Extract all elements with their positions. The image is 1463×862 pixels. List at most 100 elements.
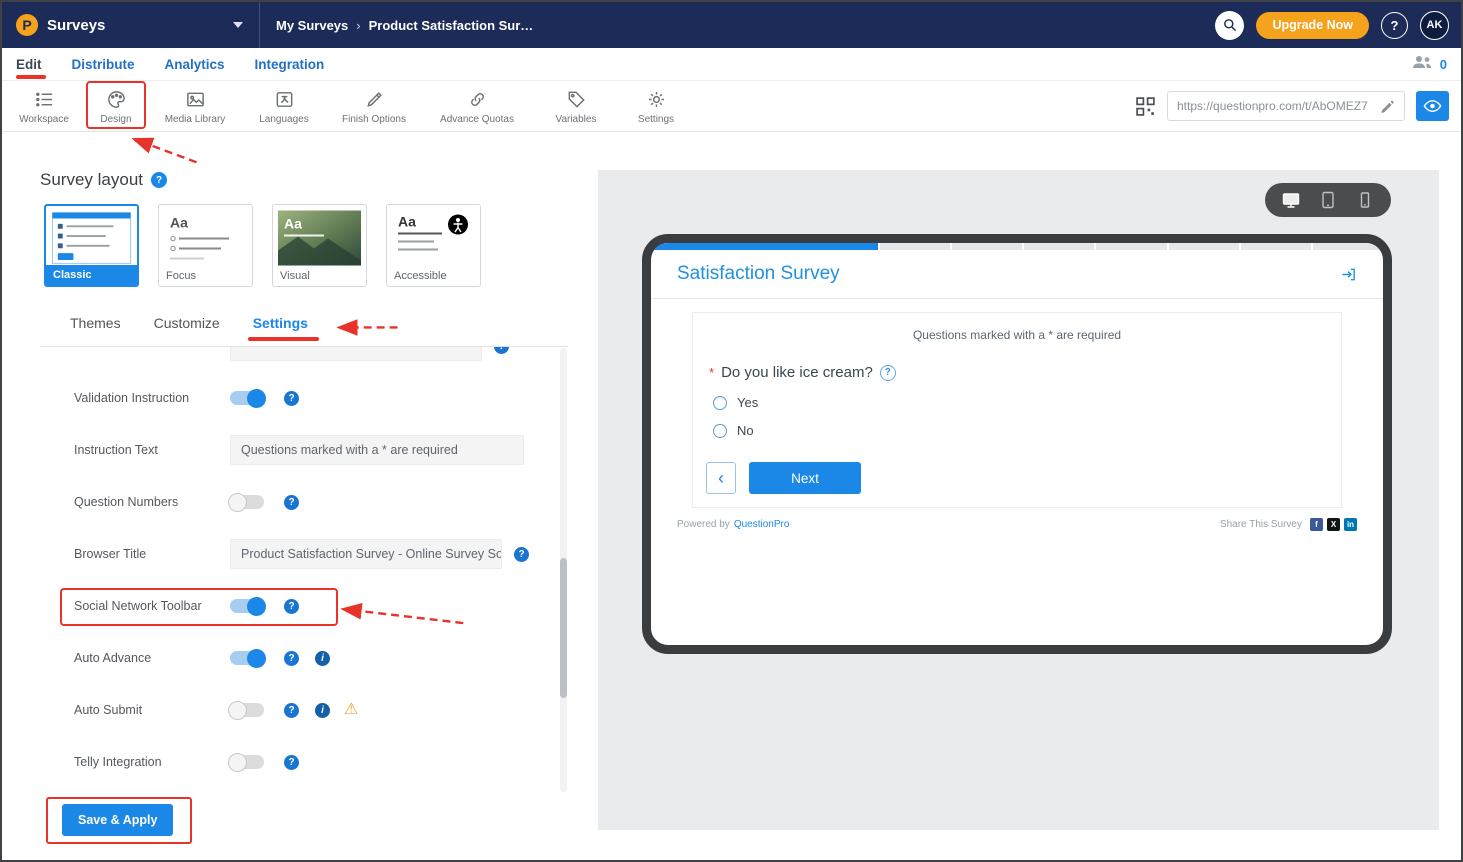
help-icon[interactable]: ? <box>151 172 167 188</box>
toolbar-item-label: Finish Options <box>342 114 406 125</box>
survey-layout-title: Survey layout <box>40 170 143 190</box>
help-icon[interactable]: ? <box>284 599 299 614</box>
avatar[interactable]: AK <box>1420 11 1449 40</box>
progress-segment <box>880 243 950 250</box>
preview-button[interactable] <box>1416 91 1449 121</box>
mobile-device-button[interactable] <box>1354 189 1376 211</box>
design-tab-customize[interactable]: Customize <box>154 315 220 331</box>
media-library-icon <box>185 89 206 110</box>
next-button[interactable]: Next <box>749 462 861 494</box>
linkedin-icon[interactable]: in <box>1344 518 1357 531</box>
back-button[interactable]: ‹ <box>706 462 736 494</box>
nav-tab-distribute[interactable]: Distribute <box>72 57 135 72</box>
clipped-input[interactable] <box>230 347 482 361</box>
toggle-validation-instruction[interactable] <box>230 391 264 405</box>
layout-card-visual[interactable]: AaVisual <box>272 204 367 287</box>
design-tab-settings[interactable]: Settings <box>253 315 308 331</box>
toolbar-item-workspace[interactable]: Workspace <box>10 87 78 125</box>
help-icon[interactable]: ? <box>284 755 299 770</box>
top-navbar: P Surveys My Surveys › Product Satisfact… <box>2 2 1461 48</box>
help-icon[interactable]: ? <box>284 495 299 510</box>
survey-url-box[interactable]: https://questionpro.com/t/AbOMEZ7 <box>1167 91 1405 121</box>
nav-tab-integration[interactable]: Integration <box>255 57 325 72</box>
option-label: Yes <box>737 395 758 410</box>
progress-segment <box>1313 243 1383 250</box>
toolbar-item-design[interactable]: Design <box>88 87 144 125</box>
toggle-auto-submit[interactable] <box>230 703 264 717</box>
help-button[interactable]: ? <box>1381 12 1408 39</box>
radio-option-no[interactable]: No <box>713 423 1341 438</box>
scrollbar-thumb[interactable] <box>560 558 567 698</box>
toolbar-item-finish-options[interactable]: Finish Options <box>332 87 416 125</box>
help-icon[interactable]: ? <box>514 547 529 562</box>
survey-url[interactable]: https://questionpro.com/t/AbOMEZ7 <box>1177 99 1374 113</box>
answer-options: Yes No <box>713 395 1341 438</box>
toggle-telly-integration[interactable] <box>230 755 264 769</box>
help-icon[interactable]: ? <box>284 703 299 718</box>
setting-row-instruction-text: Instruction TextQuestions marked with a … <box>40 435 556 465</box>
info-icon[interactable]: i <box>315 651 330 666</box>
help-icon[interactable]: ? <box>284 391 299 406</box>
collaborators-icon[interactable] <box>1411 54 1433 75</box>
accessible-thumbnail: Aa <box>387 205 480 266</box>
breadcrumb-my-surveys[interactable]: My Surveys <box>276 18 348 33</box>
layout-card-focus[interactable]: AaFocus <box>158 204 253 287</box>
advance-quotas-icon <box>467 89 488 110</box>
facebook-icon[interactable]: f <box>1310 518 1323 531</box>
nav-tab-edit[interactable]: Edit <box>16 57 42 72</box>
eye-icon <box>1423 99 1442 113</box>
toolbar-item-media-library[interactable]: Media Library <box>154 87 236 125</box>
tablet-device-button[interactable] <box>1317 189 1339 211</box>
toolbar-item-languages[interactable]: Languages <box>246 87 322 125</box>
layout-card-accessible[interactable]: AaAccessible <box>386 204 481 287</box>
toggle-auto-advance[interactable] <box>230 651 264 665</box>
toggle-social-network-toolbar[interactable] <box>230 599 264 613</box>
radio-icon[interactable] <box>713 396 727 410</box>
layout-card-label: Focus <box>159 266 252 286</box>
qr-code-icon[interactable] <box>1135 96 1156 117</box>
toolbar-item-advance-quotas[interactable]: Advance Quotas <box>426 87 528 125</box>
help-icon[interactable]: ? <box>284 651 299 666</box>
survey-layout-header: Survey layout ? <box>40 170 167 190</box>
design-tab-themes[interactable]: Themes <box>70 315 121 331</box>
exit-survey-icon[interactable] <box>1340 266 1357 283</box>
nav-tabs: Edit Distribute Analytics Integration <box>16 57 324 72</box>
question-help-icon[interactable]: ? <box>880 365 896 381</box>
edit-url-icon[interactable] <box>1380 99 1395 114</box>
layout-card-label: Classic <box>46 265 137 285</box>
toggle-question-numbers[interactable] <box>230 495 264 509</box>
save-apply-button[interactable]: Save & Apply <box>62 804 173 836</box>
info-icon[interactable]: i <box>315 703 330 718</box>
question-text: Do you like ice cream? <box>721 364 873 381</box>
survey-preview-panel: Satisfaction Survey Questions marked wit… <box>598 170 1439 830</box>
preview-header: Satisfaction Survey <box>651 250 1383 299</box>
focus-thumbnail: Aa <box>159 205 252 266</box>
toolbar-item-label: Variables <box>556 114 597 125</box>
settings-scrollbar[interactable] <box>560 348 567 792</box>
desktop-device-button[interactable] <box>1280 189 1302 211</box>
design-settings-panel: Survey layout ? ClassicAaFocusAaVisualAa… <box>2 132 598 860</box>
layout-card-classic[interactable]: Classic <box>44 204 139 287</box>
nav-tab-analytics[interactable]: Analytics <box>165 57 225 72</box>
x-icon[interactable]: X <box>1327 518 1340 531</box>
help-icon[interactable]: ? <box>494 347 509 354</box>
input-instruction-text[interactable]: Questions marked with a * are required <box>230 435 524 465</box>
questionpro-link[interactable]: QuestionPro <box>734 519 790 530</box>
toolbar-item-variables[interactable]: Variables <box>538 87 614 125</box>
upgrade-button[interactable]: Upgrade Now <box>1256 12 1369 39</box>
progress-segment <box>1024 243 1094 250</box>
search-button[interactable] <box>1215 11 1244 40</box>
powered-by: Powered by QuestionPro <box>677 519 789 530</box>
setting-label: Auto Advance <box>74 651 230 665</box>
radio-icon[interactable] <box>713 424 727 438</box>
input-browser-title[interactable]: Product Satisfaction Survey - Online Sur… <box>230 539 502 569</box>
warning-icon[interactable]: ⚠ <box>344 702 358 718</box>
design-icon <box>106 89 127 110</box>
questionpro-logo: P <box>16 14 38 36</box>
toolbar-item-settings[interactable]: Settings <box>624 87 688 125</box>
toolbar-item-label: Settings <box>638 114 674 125</box>
radio-option-yes[interactable]: Yes <box>713 395 1341 410</box>
variables-icon <box>566 89 587 110</box>
collaborator-count[interactable]: 0 <box>1440 57 1447 72</box>
product-switcher[interactable]: P Surveys <box>2 2 260 48</box>
